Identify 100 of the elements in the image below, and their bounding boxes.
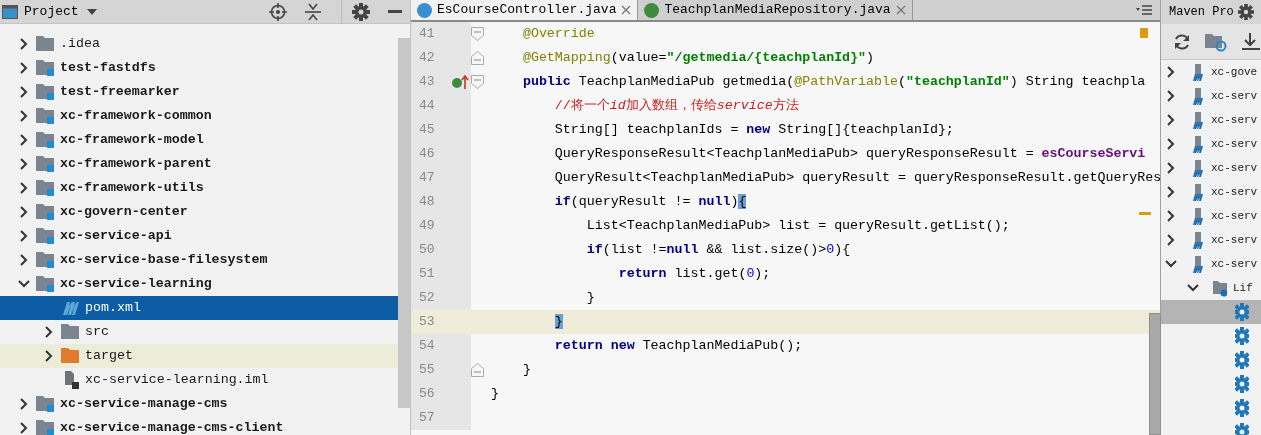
tree-item-label[interactable]: xc-serv — [1211, 207, 1258, 225]
caret-icon[interactable] — [86, 8, 97, 15]
code-line: QueryResponseResult<TeachplanMediaPub> queryResponseResult = esCourseServi — [553, 145, 1146, 164]
code-line: if(queryResult != null){ — [553, 193, 747, 212]
line-number: 51 — [419, 265, 436, 284]
line-number: 43 — [419, 73, 436, 92]
folder-icon — [61, 347, 79, 365]
tab-list-icon[interactable] — [1136, 3, 1154, 17]
panel-title: Maven Pro — [1169, 4, 1234, 21]
folder-refresh-icon[interactable] — [1205, 31, 1227, 52]
code-line: } — [491, 385, 499, 404]
gear-icon — [1235, 303, 1249, 321]
tree-item-label[interactable]: xc-framework-parent — [60, 154, 212, 174]
tree-item-label[interactable]: target — [85, 346, 133, 366]
module-folder-icon — [36, 251, 54, 269]
line-number: 54 — [419, 337, 436, 356]
tree-item-label[interactable]: pom.xml — [85, 298, 141, 318]
refresh-icon[interactable] — [1173, 32, 1191, 51]
scrollbar-thumb[interactable] — [1149, 313, 1161, 435]
code-line: String[] teachplanIds = new String[]{teachplanId}; — [553, 121, 954, 140]
window-icon — [2, 4, 18, 19]
tree-item-label[interactable]: xc-serv — [1211, 87, 1258, 105]
module-folder-icon — [36, 179, 54, 197]
line-number: 57 — [419, 409, 436, 428]
tree-item-label[interactable]: xc-serv — [1211, 231, 1258, 249]
tree-item-label[interactable]: xc-serv — [1211, 111, 1258, 129]
line-number: 55 — [419, 361, 436, 380]
line-number: 45 — [419, 121, 436, 140]
implementing-method-icon[interactable] — [451, 74, 469, 90]
code-line: } — [585, 289, 595, 308]
module-folder-icon — [36, 155, 54, 173]
line-number: 47 — [419, 169, 436, 188]
module-folder-icon — [36, 83, 54, 101]
code-line: return list.get(0); — [617, 265, 771, 284]
tree-item-label[interactable]: xc-service-learning.iml — [85, 370, 269, 390]
line-number: 41 — [419, 25, 436, 44]
close-icon[interactable] — [895, 5, 906, 15]
tree-item-label[interactable]: test-fastdfs — [60, 58, 156, 78]
code-line: //将一个id加入数组，传给service方法 — [553, 97, 799, 116]
tree-item-label[interactable]: xc-serv — [1211, 183, 1258, 201]
module-folder-icon — [36, 227, 54, 245]
module-folder-icon — [36, 275, 54, 293]
editor-tab[interactable]: EsCourseController.java — [411, 0, 639, 20]
code-line: @GetMapping(value="/getmedia/{teachplanId}") — [521, 49, 875, 68]
settings-icon[interactable] — [352, 2, 370, 21]
line-number: 49 — [419, 217, 436, 236]
maven-file-icon — [61, 299, 79, 317]
tree-item-label[interactable]: xc-framework-model — [60, 130, 204, 150]
line-number: 52 — [419, 289, 436, 308]
module-folder-icon — [36, 107, 54, 125]
code-line: @Override — [521, 25, 595, 44]
tree-item-label[interactable]: xc-serv — [1211, 159, 1258, 177]
tree-row[interactable]: pom.xml — [0, 296, 398, 320]
code-line: public TeachplanMediaPub getmedia(@PathVariable("teachplanId") String teachpla — [521, 73, 1146, 92]
tree-item-label[interactable]: .idea — [60, 34, 100, 54]
project-view-dropdown[interactable]: Project — [24, 1, 97, 22]
folder-icon — [61, 323, 79, 341]
fold-marker-icon[interactable] — [471, 27, 484, 41]
error-stripe-mark — [1140, 28, 1148, 38]
tree-item-label[interactable]: xc-service-manage-cms — [60, 394, 228, 414]
tree-item-label[interactable]: test-freemarker — [60, 82, 180, 102]
settings-icon[interactable] — [1237, 4, 1254, 20]
tree-item-label[interactable]: Lif — [1233, 279, 1253, 297]
tree-item-label[interactable]: xc-framework-common — [60, 106, 212, 126]
tree-item-label[interactable]: xc-gove — [1211, 63, 1258, 81]
folder-icon — [36, 35, 54, 53]
tree-item-label[interactable]: src — [85, 322, 109, 342]
tree-row[interactable]: target — [0, 344, 398, 368]
close-icon[interactable] — [621, 5, 632, 15]
tree-item-label[interactable]: xc-framework-utils — [60, 178, 204, 198]
line-number: 50 — [419, 241, 436, 260]
line-number: 42 — [419, 49, 436, 68]
code-line: } — [521, 361, 531, 380]
error-stripe-mark — [1139, 212, 1151, 215]
code-line: List<TeachplanMediaPub> list = queryResult.getList(); — [585, 217, 1010, 236]
tree-item-label[interactable]: xc-service-manage-cms-client — [60, 418, 284, 435]
fold-marker-icon[interactable] — [471, 51, 484, 65]
download-icon[interactable] — [1241, 31, 1261, 52]
line-number: 44 — [419, 97, 436, 116]
module-folder-icon — [36, 203, 54, 221]
tree-item-label[interactable]: xc-service-learning — [60, 274, 212, 294]
module-folder-icon — [36, 419, 54, 435]
code-line: QueryResult<TeachplanMediaPub> queryResult = queryResponseResult.getQueryRes — [553, 169, 1160, 188]
line-number: 53 — [419, 313, 436, 332]
tree-item-label[interactable]: xc-serv — [1211, 255, 1258, 273]
tree-item-label[interactable]: xc-service-api — [60, 226, 172, 246]
tree-item-label[interactable]: xc-govern-center — [60, 202, 188, 222]
locate-icon[interactable] — [269, 2, 287, 21]
module-folder-icon — [36, 395, 54, 413]
tree-item-label[interactable]: xc-service-base-filesystem — [60, 250, 268, 270]
line-number: 56 — [419, 385, 436, 404]
module-folder-icon — [36, 59, 54, 77]
fold-marker-icon[interactable] — [471, 75, 484, 89]
collapse-all-icon[interactable] — [305, 2, 321, 21]
line-number: 46 — [419, 145, 436, 164]
fold-marker-icon[interactable] — [471, 363, 484, 377]
line-number: 48 — [419, 193, 436, 212]
code-line: return new TeachplanMediaPub(); — [553, 337, 803, 356]
module-folder-icon — [36, 131, 54, 149]
tree-item-label[interactable]: xc-serv — [1211, 135, 1258, 153]
